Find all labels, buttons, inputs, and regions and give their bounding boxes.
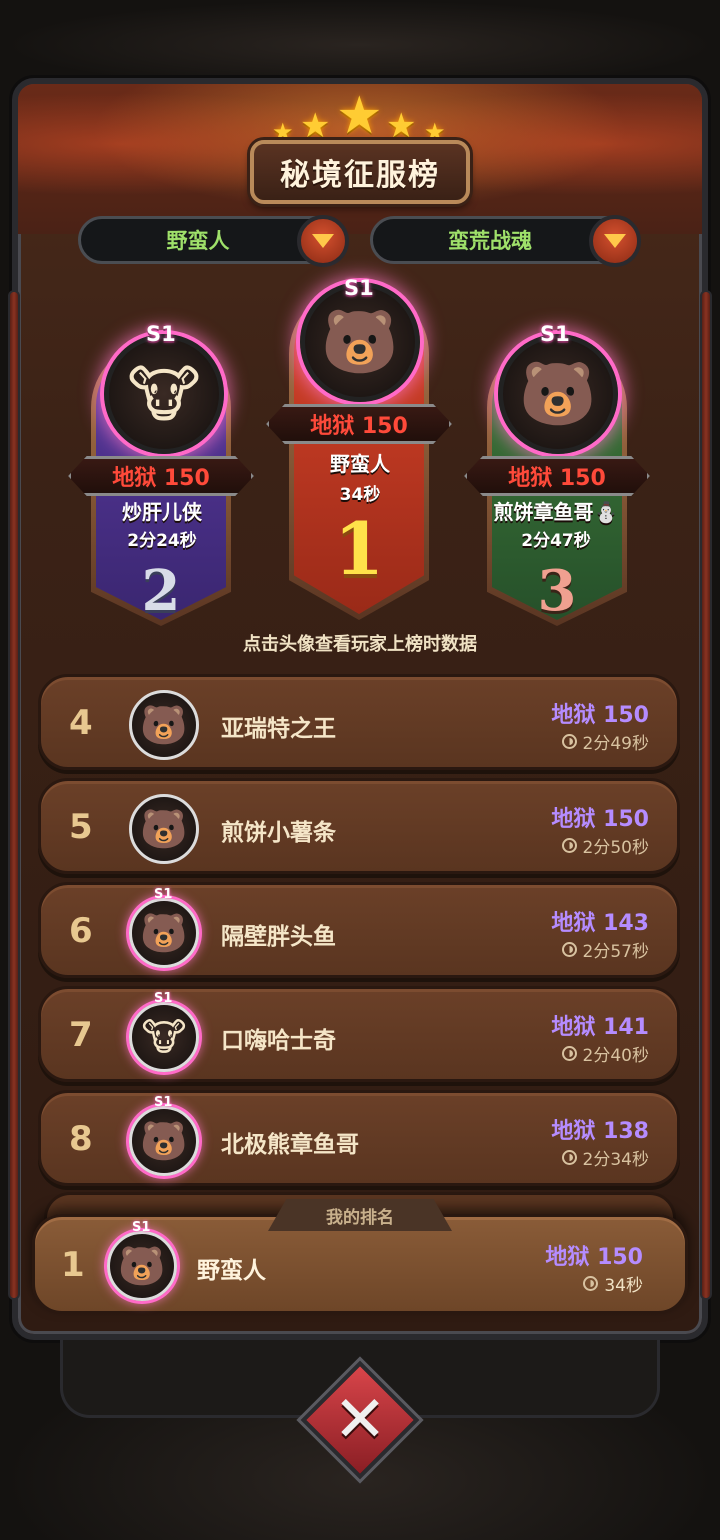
row-time: 2分50秒 <box>561 833 649 858</box>
row-player-name: 煎饼小薯条 <box>221 820 336 846</box>
bear-avatar-icon: 🐻 <box>140 1118 188 1163</box>
page-title: 秘境征服榜 <box>280 158 440 193</box>
bear-avatar-icon: 🐻 <box>519 357 597 430</box>
podium-3-difficulty: 地狱 150 <box>464 456 650 496</box>
row-time-value: 2分57秒 <box>582 942 649 962</box>
row-avatar[interactable]: S1 🐻 <box>129 887 199 968</box>
bear-avatar-icon: 🐻 <box>140 702 188 747</box>
clock-icon <box>583 1276 599 1291</box>
row-time-value: 2分50秒 <box>582 838 649 858</box>
row-rank: 4 <box>69 703 93 743</box>
clock-icon <box>561 1046 577 1061</box>
mode-filter-toggle[interactable] <box>589 215 641 267</box>
podium-2-name: 炒肝儿侠 <box>122 500 202 524</box>
my-time: 34秒 <box>583 1271 643 1296</box>
cow-avatar-icon: 🐮 <box>141 1015 187 1059</box>
leaderboard-row[interactable]: 4 🐻 亚瑞特之王 地狱 150 2分49秒 <box>38 674 680 770</box>
podium-2-time: 2分24秒 <box>127 531 197 551</box>
chevron-down-icon <box>604 234 626 248</box>
season-badge: S1 <box>154 991 173 1006</box>
row-player-name: 隔壁胖头鱼 <box>221 924 336 950</box>
my-rank-number: 1 <box>61 1245 85 1285</box>
season-badge: S1 <box>146 322 176 346</box>
cow-avatar-icon: 🐮 <box>127 357 201 431</box>
leaderboard-row[interactable]: 5 🐻 煎饼小薯条 地狱 150 2分50秒 <box>38 778 680 874</box>
podium-3-rank: 3 <box>537 558 577 624</box>
my-avatar[interactable]: S1 🐻 <box>107 1220 177 1301</box>
my-time-value: 34秒 <box>604 1276 643 1296</box>
panel-side-ornament-right <box>700 290 712 1300</box>
podium-3-avatar[interactable]: 🐻 <box>498 334 618 454</box>
bear-avatar-icon: 🐻 <box>118 1243 166 1288</box>
background-top <box>0 0 720 90</box>
row-player-name: 北极熊章鱼哥 <box>221 1132 359 1158</box>
row-avatar[interactable]: S1 🐻 <box>129 1095 199 1176</box>
avatar-hint-text: 点击头像查看玩家上榜时数据 <box>243 634 477 655</box>
row-difficulty: 地狱 141 <box>551 1015 649 1040</box>
row-difficulty: 地狱 143 <box>551 911 649 936</box>
podium-1-time: 34秒 <box>339 485 381 505</box>
bear-avatar-icon: 🐻 <box>140 806 188 851</box>
row-avatar[interactable]: 🐻 <box>129 690 199 760</box>
panel-side-ornament-left <box>8 290 20 1300</box>
podium-2-difficulty: 地狱 150 <box>68 456 254 496</box>
row-player-name: 口嗨哈士奇 <box>221 1028 336 1054</box>
stars-decoration: ★ ★ ★ ★ ★ <box>270 86 450 148</box>
podium-3-time: 2分47秒 <box>521 531 591 551</box>
leaderboard-row[interactable]: 8 S1 🐻 北极熊章鱼哥 地狱 138 2分34秒 <box>38 1090 680 1186</box>
row-time: 2分49秒 <box>561 729 649 754</box>
my-rank-tab: 我的排名 <box>268 1199 452 1231</box>
row-avatar[interactable]: 🐻 <box>129 794 199 864</box>
star-icon: ★ <box>336 86 383 146</box>
row-rank: 6 <box>69 911 93 951</box>
clock-icon <box>561 734 577 749</box>
row-difficulty: 地狱 150 <box>551 703 649 728</box>
row-difficulty: 地狱 138 <box>551 1119 649 1144</box>
row-time-value: 2分49秒 <box>582 734 649 754</box>
podium-2-avatar[interactable]: 🐮 <box>104 334 224 454</box>
row-time: 2分34秒 <box>561 1145 649 1170</box>
clock-icon <box>561 942 577 957</box>
season-badge: S1 <box>154 1095 173 1110</box>
bear-avatar-icon: 🐻 <box>321 305 399 378</box>
chevron-down-icon <box>312 234 334 248</box>
row-difficulty: 地狱 150 <box>551 807 649 832</box>
leaderboard-row[interactable]: 7 S1 🐮 口嗨哈士奇 地狱 141 2分40秒 <box>38 986 680 1082</box>
class-filter-toggle[interactable] <box>297 215 349 267</box>
close-icon[interactable]: ✕ <box>318 1378 402 1462</box>
leaderboard-row[interactable]: 6 S1 🐻 隔壁胖头鱼 地狱 143 2分57秒 <box>38 882 680 978</box>
bear-avatar-icon: 🐻 <box>140 910 188 955</box>
podium-1-name: 野蛮人 <box>330 452 390 476</box>
title-plaque: 秘境征服榜 <box>250 140 470 204</box>
season-badge: S1 <box>132 1220 151 1235</box>
row-avatar[interactable]: S1 🐮 <box>129 991 199 1072</box>
class-filter-dropdown[interactable]: 野蛮人 <box>78 215 349 267</box>
row-player-name: 亚瑞特之王 <box>221 716 336 742</box>
clock-icon <box>561 1150 577 1165</box>
row-rank: 5 <box>69 807 93 847</box>
row-time-value: 2分34秒 <box>582 1150 649 1170</box>
clock-icon <box>561 838 577 853</box>
podium-1-rank: 1 <box>333 506 385 591</box>
row-rank: 7 <box>69 1015 93 1055</box>
row-time-value: 2分40秒 <box>582 1046 649 1066</box>
podium-1-avatar[interactable]: 🐻 <box>300 282 420 402</box>
podium-2-rank: 2 <box>141 558 181 624</box>
row-rank: 8 <box>69 1119 93 1159</box>
my-difficulty: 地狱 150 <box>545 1245 643 1270</box>
row-time: 2分40秒 <box>561 1041 649 1066</box>
row-time: 2分57秒 <box>561 937 649 962</box>
podium-1-difficulty: 地狱 150 <box>266 404 452 444</box>
podium-3-name: 煎饼章鱼哥⛄ <box>493 500 619 524</box>
mode-filter-dropdown[interactable]: 蛮荒战魂 <box>370 215 641 267</box>
season-badge: S1 <box>540 322 570 346</box>
my-player-name: 野蛮人 <box>197 1258 266 1284</box>
season-badge: S1 <box>154 887 173 902</box>
season-badge: S1 <box>344 276 374 300</box>
